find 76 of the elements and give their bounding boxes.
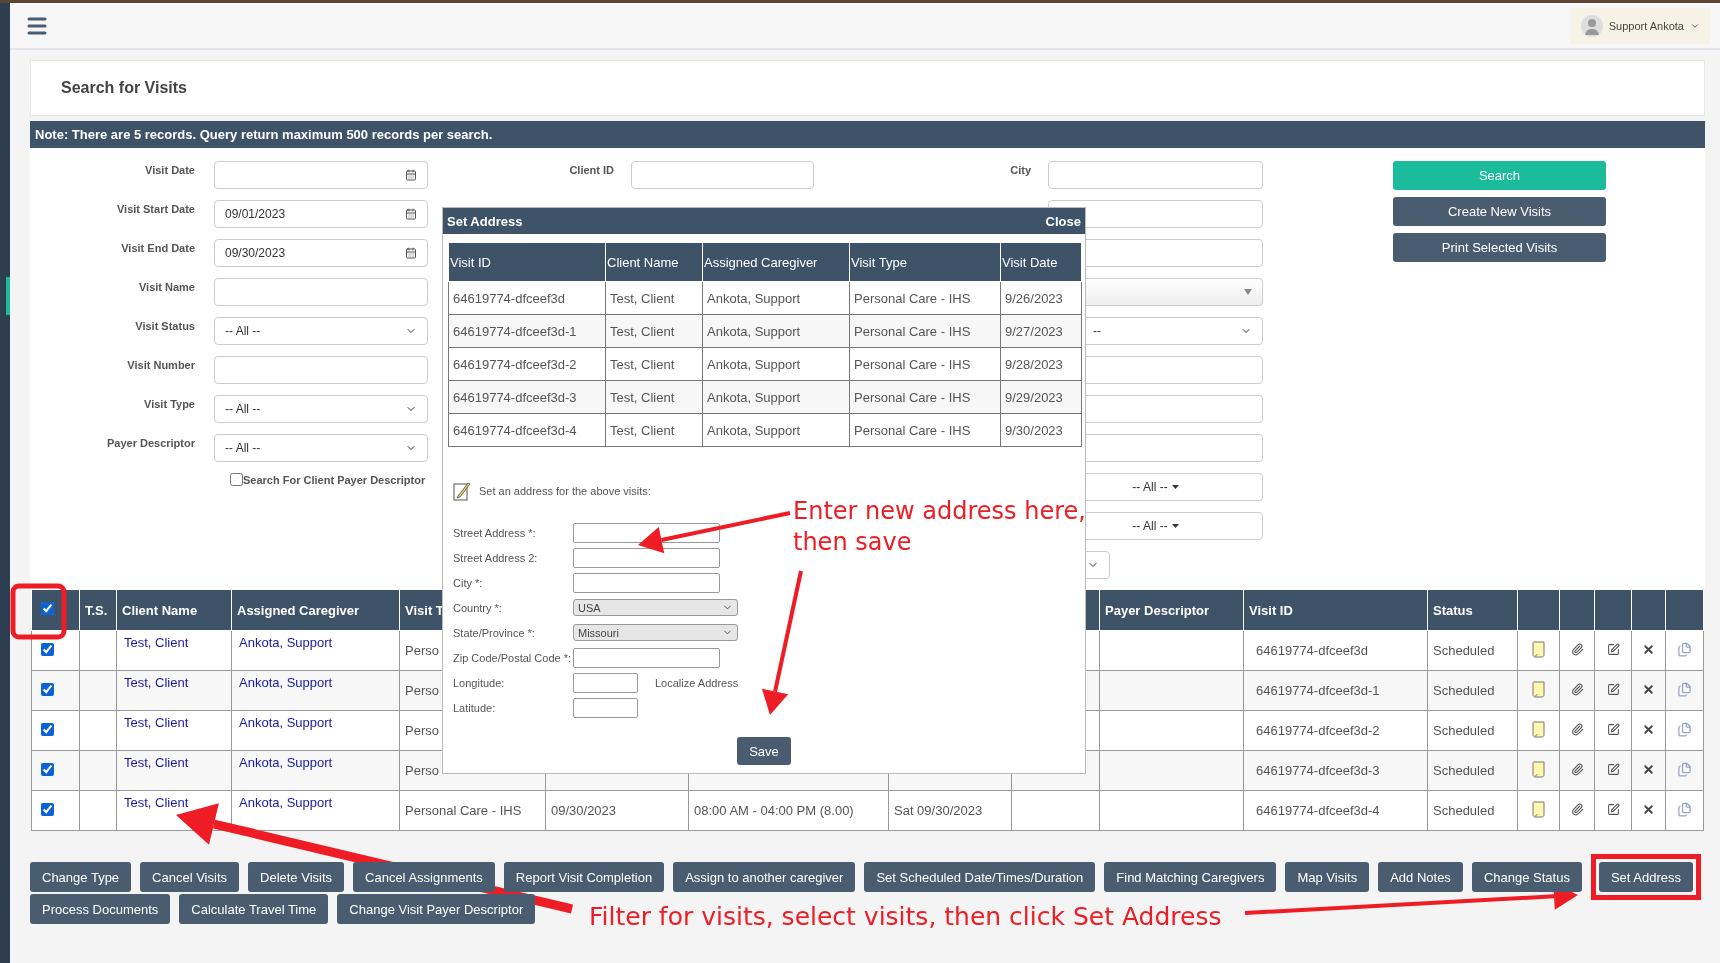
table-cell: Personal Care - IHS <box>854 290 971 306</box>
table-cell: 9/28/2023 <box>1005 356 1063 372</box>
table-cell: 9/30/2023 <box>1005 422 1063 438</box>
table-cell: 09/30/2023 <box>551 803 617 818</box>
table-cell: Scheduled <box>1433 723 1495 738</box>
column-header: Client Name <box>116 589 232 631</box>
instruction-text: Set an address for the above visits: <box>479 485 651 497</box>
table-cell: 64619774-dfceef3d-2 <box>453 356 577 372</box>
table-cell: Perso <box>405 683 439 698</box>
table-cell: Personal Care - IHS <box>854 422 971 438</box>
table-cell: Test, Client <box>610 290 675 306</box>
table-cell: 64619774-dfceef3d-1 <box>1256 683 1380 698</box>
table-cell: Ankota, Support <box>707 422 801 438</box>
table-cell: 64619774-dfceef3d-3 <box>1256 763 1380 778</box>
field-label: Longitude: <box>453 676 506 689</box>
table-cell: 64619774-dfceef3d-4 <box>1256 803 1380 818</box>
field-label: Visit End Date <box>120 241 196 254</box>
field-label: Street Address *: <box>453 526 537 539</box>
column-header: Visit Date <box>1000 242 1082 282</box>
table-cell: Test, Client <box>610 323 675 339</box>
column-header: Visit ID <box>1243 589 1428 631</box>
table-cell: 9/29/2023 <box>1005 389 1063 405</box>
field-label: Client ID <box>568 163 615 176</box>
table-cell: 64619774-dfceef3d-2 <box>1256 723 1380 738</box>
table-cell: Scheduled <box>1433 643 1495 658</box>
table-cell: Ankota, Support <box>707 389 801 405</box>
table-cell: 64619774-dfceef3d-4 <box>453 422 577 438</box>
table-cell: 64619774-dfceef3d-1 <box>453 323 577 339</box>
field-label: Visit Date <box>144 163 196 176</box>
annotation-text: Filter for visits, select visits, then click Set Address <box>589 901 1222 933</box>
column-header: T.S. <box>79 589 117 631</box>
field-label: Zip Code/Postal Code *: <box>453 651 572 664</box>
column-header: Status <box>1427 589 1518 631</box>
field-label: Street Address 2: <box>453 551 539 564</box>
table-cell: Personal Care - IHS <box>854 389 971 405</box>
table-cell: Ankota, Support <box>707 356 801 372</box>
note-banner: Note: There are 5 records. Query return maximum 500 records per search. <box>30 121 1705 148</box>
table-cell: Test, Client <box>610 389 675 405</box>
table-cell: 64619774-dfceef3d-3 <box>453 389 577 405</box>
table-cell: 08:00 AM - 04:00 PM (8.00) <box>694 803 854 818</box>
field-label: Visit Status <box>134 319 196 332</box>
checkbox-label: Search For Client Payer Descriptor <box>243 473 426 486</box>
table-cell: Perso <box>405 643 439 658</box>
field-label: City *: <box>453 576 484 589</box>
table-cell: Scheduled <box>1433 683 1495 698</box>
table-cell: Ankota, Support <box>707 290 801 306</box>
field-label: Visit Number <box>126 358 196 371</box>
table-cell: Perso <box>405 723 439 738</box>
table-cell: 64619774-dfceef3d <box>453 290 566 306</box>
column-header: Assigned Caregiver <box>231 589 400 631</box>
table-cell: Ankota, Support <box>707 323 801 339</box>
page-title: Search for Visits <box>30 60 1705 116</box>
field-label: Visit Type <box>143 397 196 410</box>
table-cell: Perso <box>405 763 439 778</box>
table-cell: Personal Care - IHS <box>854 356 971 372</box>
dialog-title: Set Address <box>447 213 523 229</box>
column-header: Assigned Caregiver <box>702 242 850 282</box>
table-cell: Personal Care - IHS <box>854 323 971 339</box>
field-label: Visit Start Date <box>115 202 196 215</box>
table-cell: Test, Client <box>610 422 675 438</box>
table-cell: Scheduled <box>1433 763 1495 778</box>
table-cell: Test, Client <box>610 356 675 372</box>
field-label: Country *: <box>453 601 503 614</box>
table-cell: 64619774-dfceef3d <box>1256 643 1369 658</box>
table-cell: Personal Care - IHS <box>405 803 522 818</box>
table-cell: Sat 09/30/2023 <box>894 803 983 818</box>
table-cell: 9/26/2023 <box>1005 290 1063 306</box>
column-header: Visit Type <box>849 242 1001 282</box>
field-label: Visit Name <box>137 280 196 293</box>
field-label: Payer Descriptor <box>105 436 196 449</box>
field-label: Latitude: <box>453 701 497 714</box>
column-header: Client Name <box>605 242 703 282</box>
column-header: Payer Descriptor <box>1099 589 1244 631</box>
table-cell: Scheduled <box>1433 803 1495 818</box>
field-label: City <box>1009 163 1032 176</box>
column-header: Visit ID <box>448 242 606 282</box>
